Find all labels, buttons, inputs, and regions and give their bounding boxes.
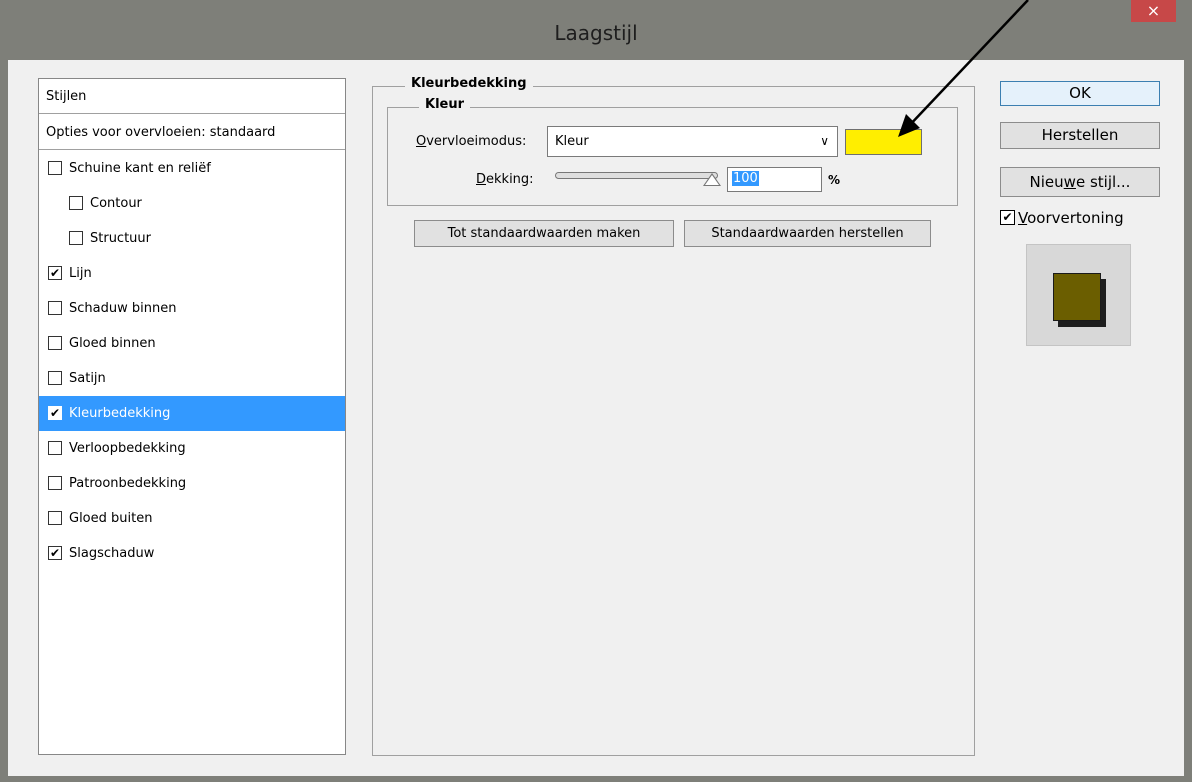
style-item[interactable]: ✔ Lijn <box>39 256 345 291</box>
ok-button[interactable]: OK <box>1000 81 1160 106</box>
style-item-label: Gloed buiten <box>69 511 153 526</box>
opacity-value: 100 <box>732 171 759 186</box>
reset-default-button[interactable]: Standaardwaarden herstellen <box>684 220 931 247</box>
reset-button[interactable]: Herstellen <box>1000 122 1160 149</box>
opacity-slider[interactable] <box>555 172 718 179</box>
style-item[interactable]: Patroonbedekking <box>39 466 345 501</box>
style-item[interactable]: Gloed buiten <box>39 501 345 536</box>
style-checkbox[interactable] <box>48 510 62 525</box>
preview-mnemonic: V <box>1018 209 1028 227</box>
subgroup-title: Kleur <box>419 97 471 112</box>
style-item[interactable]: ✔ Kleurbedekking <box>39 396 345 431</box>
overlay-color-swatch[interactable] <box>845 129 922 155</box>
blending-options-header[interactable]: Opties voor overvloeien: standaard <box>39 115 345 150</box>
chevron-down-icon: ∨ <box>820 134 829 148</box>
style-item-label: Lijn <box>69 266 92 281</box>
opacity-label-mnemonic: D <box>476 172 487 187</box>
preview-label: oorvertoning <box>1027 209 1124 227</box>
style-item-label: Satijn <box>69 371 106 386</box>
style-checkbox[interactable]: ✔ <box>48 265 62 280</box>
opacity-label: Dekking: <box>476 172 534 187</box>
blend-mode-label: Overvloeimodus: <box>416 134 526 149</box>
style-checkbox[interactable]: ✔ <box>48 405 62 420</box>
style-checkbox[interactable] <box>48 300 62 315</box>
blend-mode-label-text: vervloeimodus: <box>426 134 527 149</box>
opacity-slider-thumb[interactable] <box>703 173 721 186</box>
window-title: Laagstijl <box>554 21 638 45</box>
title-bar[interactable]: Laagstijl × <box>0 0 1192 60</box>
group-title: Kleurbedekking <box>405 76 533 91</box>
opacity-input[interactable]: 100 <box>727 167 822 192</box>
style-item-label: Contour <box>90 196 142 211</box>
new-style-text-b: e stijl... <box>1075 173 1131 191</box>
style-item[interactable]: Structuur <box>39 221 345 256</box>
style-checkbox[interactable] <box>69 195 83 210</box>
style-item[interactable]: Verloopbedekking <box>39 431 345 466</box>
style-item-label: Verloopbedekking <box>69 441 186 456</box>
blend-mode-label-mnemonic: O <box>416 134 427 149</box>
opacity-unit: % <box>828 173 841 187</box>
style-item[interactable]: Gloed binnen <box>39 326 345 361</box>
style-item-label: Schaduw binnen <box>69 301 177 316</box>
style-item[interactable]: Contour <box>39 186 345 221</box>
blend-mode-select[interactable]: Kleur ∨ <box>547 126 838 157</box>
style-checkbox[interactable] <box>48 160 62 175</box>
style-checkbox[interactable] <box>48 475 62 490</box>
preview-checkbox[interactable]: ✔ <box>1000 210 1015 225</box>
style-item[interactable]: Satijn <box>39 361 345 396</box>
styles-list: Stijlen Opties voor overvloeien: standaa… <box>38 78 346 755</box>
preview-toggle[interactable]: ✔ Voorvertoning <box>1000 209 1124 227</box>
new-style-text-a: Nieu <box>1029 173 1064 191</box>
preview-swatch <box>1053 273 1101 321</box>
style-item[interactable]: Schaduw binnen <box>39 291 345 326</box>
style-checkbox[interactable] <box>48 370 62 385</box>
opacity-label-text: ekking: <box>486 172 534 187</box>
style-checkbox[interactable] <box>69 230 83 245</box>
style-checkbox[interactable] <box>48 440 62 455</box>
style-item-label: Gloed binnen <box>69 336 156 351</box>
close-icon: × <box>1146 1 1161 20</box>
blend-mode-value: Kleur <box>555 134 589 149</box>
style-item[interactable]: Schuine kant en reliëf <box>39 151 345 186</box>
style-checkbox[interactable] <box>48 335 62 350</box>
styles-header[interactable]: Stijlen <box>39 79 345 114</box>
style-item-label: Patroonbedekking <box>69 476 187 491</box>
style-checkbox[interactable]: ✔ <box>48 545 62 560</box>
make-default-button[interactable]: Tot standaardwaarden maken <box>414 220 674 247</box>
new-style-mnemonic: w <box>1063 173 1076 191</box>
style-item-label: Slagschaduw <box>69 546 155 561</box>
style-item-label: Structuur <box>90 231 152 246</box>
new-style-button[interactable]: Nieuwe stijl... <box>1000 167 1160 197</box>
style-item-label: Kleurbedekking <box>69 406 171 421</box>
style-item-label: Schuine kant en reliëf <box>69 161 211 176</box>
style-item[interactable]: ✔ Slagschaduw <box>39 536 345 571</box>
close-button[interactable]: × <box>1131 0 1176 22</box>
